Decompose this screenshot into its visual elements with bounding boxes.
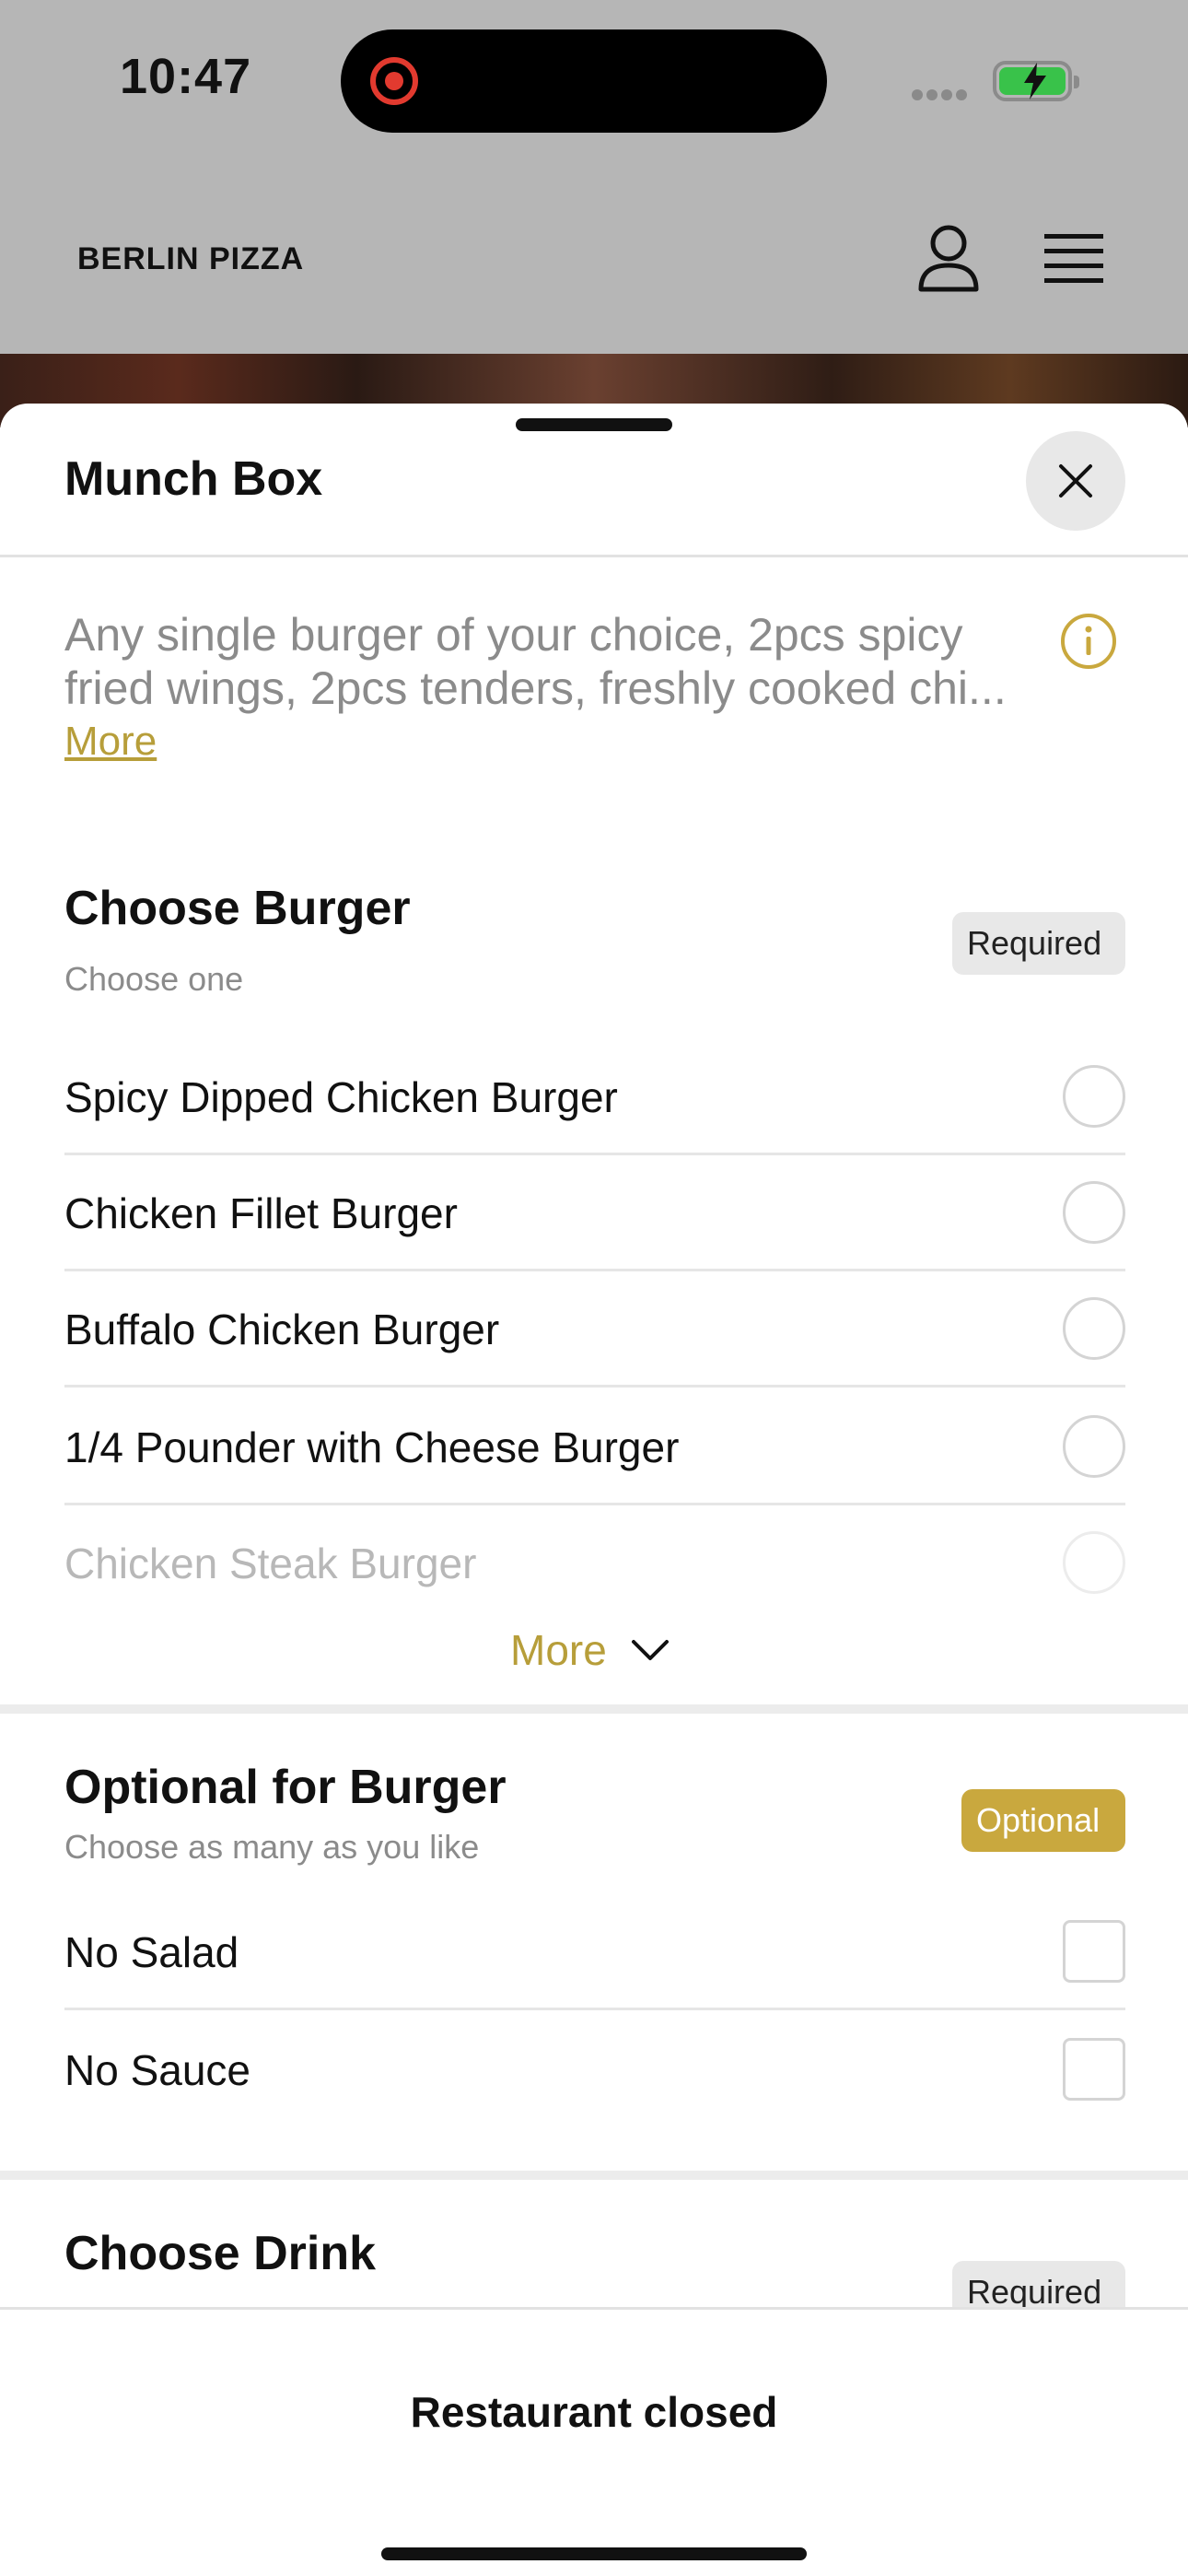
burger-option[interactable]: Chicken Fillet Burger (64, 1155, 1125, 1271)
option-label: Chicken Steak Burger (64, 1540, 477, 1587)
status-time: 10:47 (120, 49, 252, 104)
account-icon[interactable] (915, 221, 982, 295)
info-icon[interactable] (1059, 612, 1118, 671)
choose-burger-title: Choose Burger (64, 882, 411, 935)
option-label: Chicken Fillet Burger (64, 1189, 458, 1237)
restaurant-closed-status: Restaurant closed (410, 2388, 778, 2436)
show-more-label: More (510, 1626, 607, 1674)
option-label: Spicy Dipped Chicken Burger (64, 1073, 618, 1121)
product-description: Any single burger of your choice, 2pcs s… (64, 609, 1007, 714)
option-label: 1/4 Pounder with Cheese Burger (64, 1423, 680, 1471)
radio-button[interactable] (1063, 1531, 1125, 1594)
battery-charging-icon (993, 61, 1079, 101)
checkbox[interactable] (1063, 1920, 1125, 1983)
bottom-action-bar: Restaurant closed (0, 2307, 1188, 2576)
option-label: Buffalo Chicken Burger (64, 1306, 500, 1353)
dynamic-island (341, 29, 827, 133)
required-badge: Required (952, 912, 1125, 975)
option-label: No Sauce (64, 2046, 251, 2094)
hamburger-menu-icon[interactable] (1041, 228, 1107, 287)
radio-button[interactable] (1063, 1415, 1125, 1478)
optional-burger-subtitle: Choose as many as you like (64, 1828, 480, 1866)
product-options-sheet: Munch Box Any single burger of your choi… (0, 404, 1188, 2576)
signal-icon (912, 88, 973, 100)
product-title: Munch Box (64, 452, 323, 506)
close-button[interactable] (1026, 431, 1125, 531)
section-separator (0, 2171, 1188, 2180)
option-label: No Salad (64, 1928, 239, 1976)
close-icon (1059, 464, 1092, 498)
restaurant-brand[interactable]: BERLIN PIZZA (77, 241, 304, 277)
sheet-grabber[interactable] (516, 418, 672, 431)
addon-option[interactable]: No Sauce (64, 2012, 1125, 2128)
radio-button[interactable] (1063, 1065, 1125, 1128)
choose-burger-subtitle: Choose one (64, 960, 244, 998)
addon-option[interactable]: No Salad (64, 1894, 1125, 2010)
radio-button[interactable] (1063, 1181, 1125, 1244)
description-more-link[interactable]: More (64, 719, 157, 765)
burger-option[interactable]: Spicy Dipped Chicken Burger (64, 1039, 1125, 1155)
burger-option[interactable]: Chicken Steak Burger (64, 1505, 1125, 1622)
burger-option[interactable]: Buffalo Chicken Burger (64, 1271, 1125, 1388)
optional-badge: Optional (961, 1789, 1125, 1852)
optional-burger-title: Optional for Burger (64, 1761, 507, 1814)
burger-option[interactable]: 1/4 Pounder with Cheese Burger (64, 1389, 1125, 1505)
choose-drink-title: Choose Drink (64, 2227, 377, 2280)
header-divider (0, 555, 1188, 557)
app-header-background: 10:47 BERLIN PIZZA (0, 0, 1188, 354)
radio-button[interactable] (1063, 1297, 1125, 1360)
recording-icon (370, 57, 418, 105)
checkbox[interactable] (1063, 2038, 1125, 2101)
section-separator (0, 1704, 1188, 1714)
home-indicator[interactable] (381, 2547, 807, 2560)
chevron-down-icon (632, 1640, 670, 1660)
show-more-options-button[interactable]: More (510, 1625, 670, 1680)
